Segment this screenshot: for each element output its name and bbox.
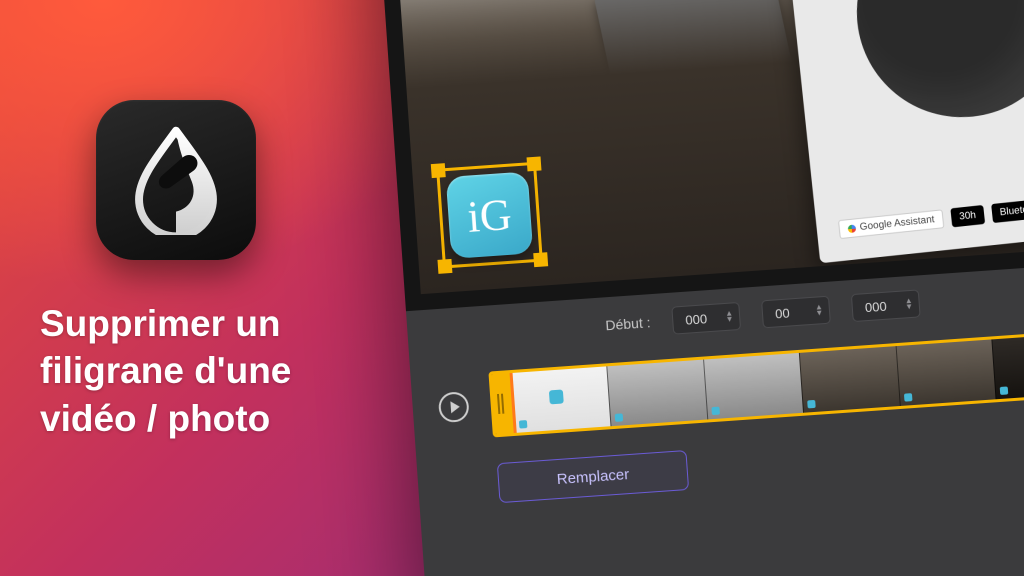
stepper-arrows-icon[interactable]: ▲▼ (905, 298, 914, 311)
headline-text: Supprimer un filigrane d'une vidéo / pho… (40, 300, 370, 442)
footage-headphone-circle (846, 0, 1024, 128)
start-seconds-stepper[interactable]: 000 ▲▼ (851, 289, 921, 322)
footage-product-box: Google Assistant 30h Bluetooth (781, 0, 1024, 263)
start-minutes-value: 00 (775, 305, 790, 321)
badge-bluetooth: Bluetooth (991, 198, 1024, 223)
stepper-arrows-icon[interactable]: ▲▼ (725, 310, 734, 323)
play-button[interactable] (438, 391, 470, 423)
timeline-thumb[interactable] (703, 353, 803, 420)
stepper-arrows-icon[interactable]: ▲▼ (815, 304, 824, 317)
start-hours-value: 000 (685, 311, 708, 327)
promo-stage: Supprimer un filigrane d'une vidéo / pho… (0, 0, 1024, 576)
start-minutes-stepper[interactable]: 00 ▲▼ (761, 296, 831, 329)
start-seconds-value: 000 (864, 298, 887, 314)
badge-google-assistant: Google Assistant (838, 209, 944, 239)
editor-window: Google Assistant 30h Bluetooth iG (375, 0, 1024, 576)
watermark-logo: iG (446, 171, 534, 259)
badge-battery-hours: 30h (950, 205, 984, 227)
timeline-thumb[interactable] (607, 360, 707, 427)
timeline-thumb[interactable] (799, 346, 899, 413)
watermark-selection[interactable]: iG (436, 162, 543, 269)
selection-handle-br[interactable] (533, 252, 548, 267)
timeline-thumb[interactable] (991, 333, 1024, 400)
start-hours-stepper[interactable]: 000 ▲▼ (671, 302, 741, 335)
start-label: Début : (605, 314, 651, 333)
app-icon (96, 100, 256, 260)
timeline-thumb[interactable] (895, 339, 995, 406)
selection-handle-tr[interactable] (527, 156, 542, 171)
selection-handle-bl[interactable] (437, 259, 452, 274)
selection-handle-tl[interactable] (431, 163, 446, 178)
video-preview-area: Google Assistant 30h Bluetooth iG (375, 0, 1024, 311)
droplet-brush-icon (132, 125, 220, 235)
replace-button[interactable]: Remplacer (497, 450, 689, 503)
video-frame[interactable]: Google Assistant 30h Bluetooth iG (392, 0, 1024, 294)
timeline-thumb[interactable] (512, 366, 611, 433)
